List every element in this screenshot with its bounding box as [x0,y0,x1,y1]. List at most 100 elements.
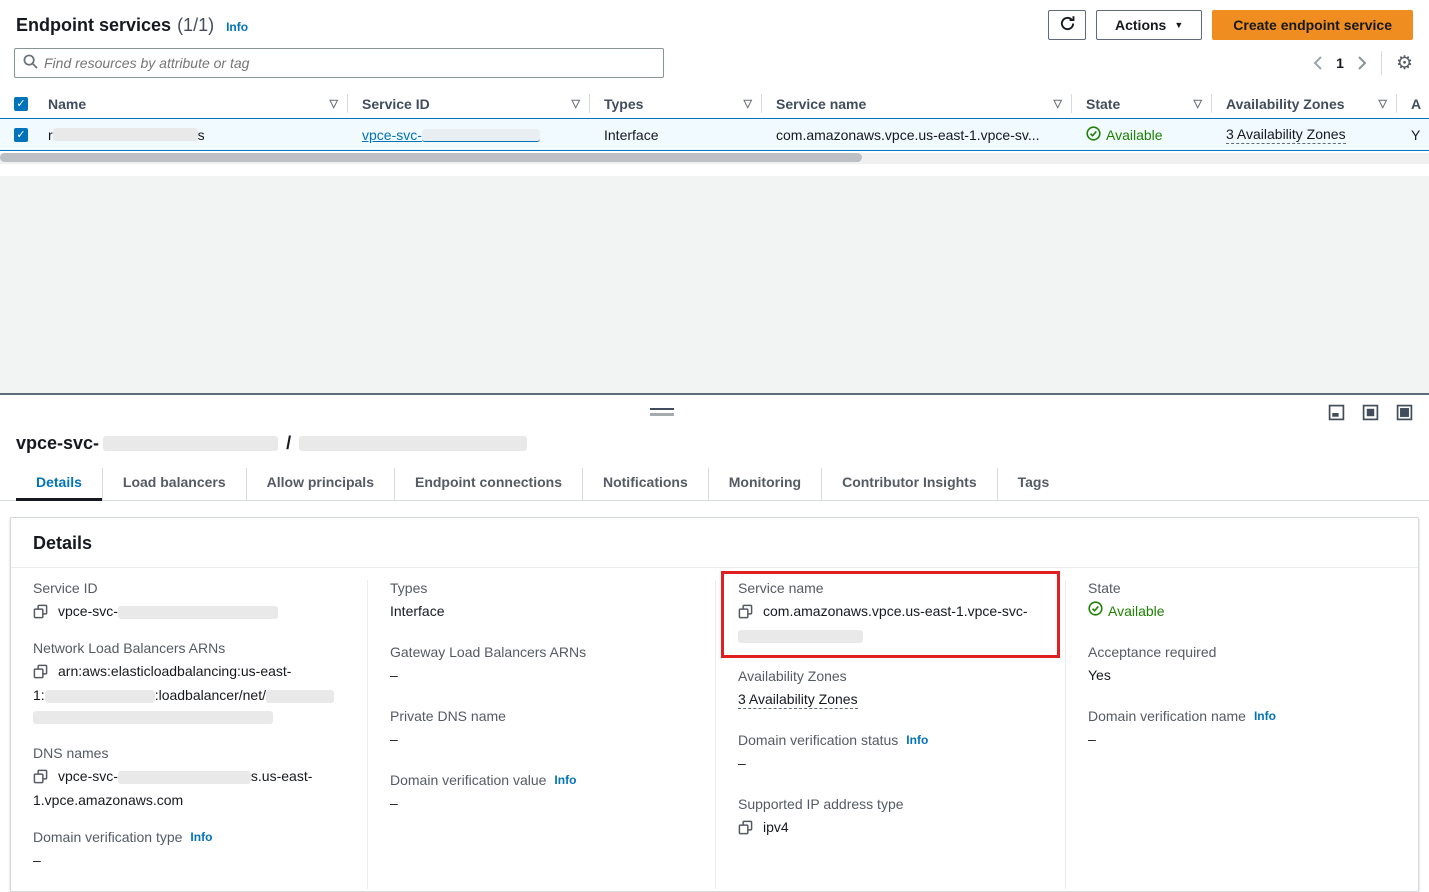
red-highlight-box: Service name com.amazonaws.vpce.us-east-… [721,571,1060,658]
horizontal-scrollbar[interactable] [0,153,1429,164]
row-acceptance-cell: Y [1397,127,1429,143]
tab-load-balancers[interactable]: Load balancers [102,468,246,500]
field-availability-zones: Availability Zones 3 Availability Zones [738,668,1043,710]
chevron-left-icon [1313,56,1322,70]
divider [1381,51,1382,75]
tab-allow-principals[interactable]: Allow principals [246,468,394,500]
redacted-text [118,771,251,784]
column-header-availability-zones[interactable]: Availability Zones ▽ [1212,89,1397,118]
info-link[interactable]: Info [190,830,212,844]
filter-icon[interactable]: ▽ [1054,97,1062,110]
row-state-cell: Available [1072,126,1212,144]
create-endpoint-service-button[interactable]: Create endpoint service [1212,10,1413,40]
filter-icon[interactable]: ▽ [744,97,752,110]
redacted-text [33,711,273,724]
field-domain-verification-type: Domain verification type Info – [33,829,345,871]
row-service-id-cell: vpce-svc- [348,127,590,143]
panel-size-large-icon[interactable] [1396,404,1413,421]
endpoint-services-list-section: Endpoint services (1/1) Info Actions ▼ C… [0,0,1429,176]
panel-size-small-icon[interactable] [1328,404,1345,421]
filter-icon[interactable]: ▽ [1379,97,1387,110]
tab-monitoring[interactable]: Monitoring [708,468,821,500]
field-domain-verification-status: Domain verification status Info – [738,732,1043,774]
check-circle-icon [1086,126,1101,144]
row-availability-zones-cell: 3 Availability Zones [1212,126,1397,144]
field-acceptance-required: Acceptance required Yes [1088,644,1396,686]
panel-size-controls [1328,404,1413,421]
search-field[interactable] [44,55,655,71]
copy-icon[interactable] [738,604,753,619]
column-header-acceptance-partial[interactable]: A [1397,89,1429,118]
panel-size-medium-icon[interactable] [1362,404,1379,421]
panel-drag-handle[interactable] [650,408,674,416]
column-header-types[interactable]: Types ▽ [590,89,762,118]
redacted-text [266,690,334,703]
redacted-text [45,690,155,703]
redacted-text [103,436,278,451]
info-link[interactable]: Info [906,733,928,747]
state-badge: Available [1106,127,1163,143]
details-card-title: Details [11,518,1418,568]
redacted-text [422,129,540,142]
tab-tags[interactable]: Tags [997,468,1070,500]
column-header-service-id[interactable]: Service ID ▽ [348,89,590,118]
page-title: Endpoint services [16,15,171,36]
field-supported-ip: Supported IP address type ipv4 [738,796,1043,838]
copy-icon[interactable] [33,664,48,679]
tab-notifications[interactable]: Notifications [582,468,708,500]
row-checkbox[interactable]: ✓ [14,128,28,142]
search-input[interactable] [14,48,664,78]
state-badge: Available [1108,601,1165,622]
background-area [0,176,1429,393]
endpoint-services-table: ✓ Name ▽ Service ID ▽ Types ▽ Service na… [0,89,1429,164]
tab-contributor-insights[interactable]: Contributor Insights [821,468,997,500]
table-header-row: ✓ Name ▽ Service ID ▽ Types ▽ Service na… [0,89,1429,118]
details-column-2: Types Interface Gateway Load Balancers A… [367,580,715,889]
availability-zones-popover[interactable]: 3 Availability Zones [738,691,858,709]
copy-icon[interactable] [738,820,753,835]
field-service-name: Service name com.amazonaws.vpce.us-east-… [738,580,1043,646]
availability-zones-popover[interactable]: 3 Availability Zones [1226,126,1346,144]
redacted-text [299,436,527,451]
current-page[interactable]: 1 [1336,55,1344,71]
field-gwlb-arns: Gateway Load Balancers ARNs – [390,644,693,686]
list-toolbar: 1 ⚙ [0,40,1429,78]
info-link[interactable]: Info [226,20,248,34]
tab-endpoint-connections[interactable]: Endpoint connections [394,468,582,500]
filter-icon[interactable]: ▽ [1194,97,1202,110]
info-link[interactable]: Info [554,773,576,787]
filter-icon[interactable]: ▽ [572,97,580,110]
select-all-checkbox[interactable]: ✓ [14,97,28,111]
next-page-button[interactable] [1358,56,1367,70]
details-column-1: Service ID vpce-svc- Network Load Balanc… [11,580,367,889]
service-id-link[interactable]: vpce-svc- [362,127,540,143]
redacted-text [53,128,198,141]
list-header: Endpoint services (1/1) Info Actions ▼ C… [0,0,1429,40]
details-card: Details Service ID vpce-svc- Network Loa… [10,517,1419,892]
copy-icon[interactable] [33,769,48,784]
field-dns-names: DNS names vpce-svc-s.us-east- 1.vpce.ama… [33,745,345,811]
details-column-4: State Available Acceptance required Yes [1065,580,1418,889]
search-icon [23,54,38,72]
column-header-name[interactable]: Name ▽ [34,89,348,118]
copy-icon[interactable] [33,604,48,619]
refresh-button[interactable] [1048,10,1086,40]
column-header-service-name[interactable]: Service name ▽ [762,89,1072,118]
column-header-state[interactable]: State ▽ [1072,89,1212,118]
check-circle-icon [1088,601,1103,622]
chevron-down-icon: ▼ [1174,20,1183,30]
panel-tabs: Details Load balancers Allow principals … [0,468,1429,501]
filter-icon[interactable]: ▽ [330,97,338,110]
scrollbar-thumb[interactable] [0,153,862,162]
detail-split-panel: vpce-svc- / Details Load balancers Allow… [0,393,1429,886]
resource-count: (1/1) [177,15,214,36]
table-row[interactable]: ✓ r s vpce-svc- Interface com.amazonaws.… [0,118,1429,151]
redacted-text [738,630,863,643]
settings-gear-icon[interactable]: ⚙ [1396,54,1413,73]
prev-page-button[interactable] [1313,56,1322,70]
field-domain-verification-name: Domain verification name Info – [1088,708,1396,750]
tab-details[interactable]: Details [16,468,102,500]
actions-button[interactable]: Actions ▼ [1096,10,1202,40]
field-types: Types Interface [390,580,693,622]
info-link[interactable]: Info [1254,709,1276,723]
